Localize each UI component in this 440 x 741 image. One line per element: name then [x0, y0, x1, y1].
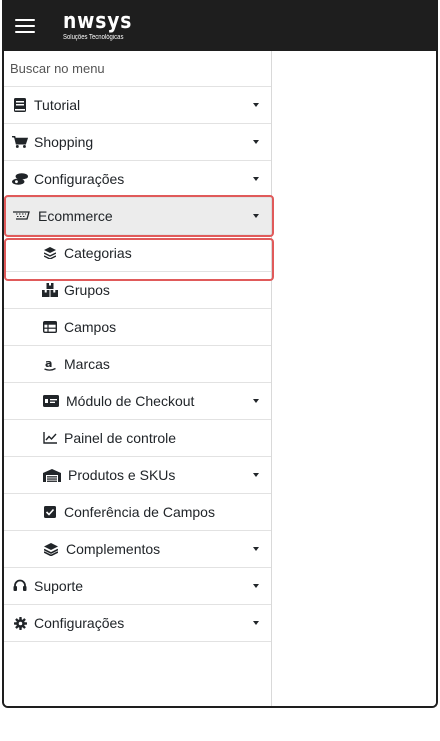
menu-item-label: Shopping [34, 134, 94, 150]
menu-search [4, 51, 271, 87]
shopping-cart-icon [12, 134, 28, 150]
menu-item-suporte[interactable]: Suporte [4, 568, 271, 605]
cart-outline-icon [12, 208, 32, 224]
menu-item-modulo-checkout[interactable]: Módulo de Checkout [4, 383, 271, 420]
menu-item-label: Produtos e SKUs [68, 467, 176, 483]
boxes-icon [42, 282, 58, 298]
brand-tagline: Soluções Tecnológicas [63, 33, 124, 41]
menu-item-label: Suporte [34, 578, 84, 594]
caret-down-icon [253, 473, 259, 477]
menu-item-campos[interactable]: Campos [4, 309, 271, 346]
menu-item-label: Tutorial [34, 97, 81, 113]
menu-item-label: Marcas [64, 356, 110, 372]
line-chart-icon [42, 430, 58, 446]
gear-icon [12, 615, 28, 631]
warehouse-icon [42, 467, 62, 483]
caret-down-icon [253, 584, 259, 588]
menu-item-marcas[interactable]: a Marcas [4, 346, 271, 383]
layers-icon [42, 245, 58, 261]
menu-item-label: Ecommerce [38, 208, 113, 224]
money-check-icon [42, 393, 60, 409]
menu-item-label: Campos [64, 319, 117, 335]
menu-item-ecommerce[interactable]: Ecommerce [4, 198, 271, 235]
svg-text:a: a [45, 357, 52, 370]
menu-item-painel-controle[interactable]: Painel de controle [4, 420, 271, 457]
menu-item-tutorial[interactable]: Tutorial [4, 87, 271, 124]
toggle-icon [12, 171, 28, 187]
menu-item-conferencia-campos[interactable]: Conferência de Campos [4, 494, 271, 531]
book-icon [12, 97, 28, 113]
menu-item-label: Configurações [34, 171, 125, 187]
menu-item-label: Painel de controle [64, 430, 177, 446]
menu-item-label: Categorias [64, 245, 132, 261]
menu-item-label: Grupos [64, 282, 110, 298]
menu-item-grupos[interactable]: Grupos [4, 272, 271, 309]
brand-logo[interactable]: nwsys Soluções Tecnológicas [63, 8, 145, 41]
menu-item-label: Conferência de Campos [64, 504, 215, 520]
headset-icon [12, 578, 28, 594]
caret-down-icon [253, 103, 259, 107]
amazon-icon: a [42, 356, 58, 372]
menu-item-produtos-skus[interactable]: Produtos e SKUs [4, 457, 271, 494]
main-content-area [272, 51, 436, 706]
menu-item-categorias[interactable]: Categorias [4, 235, 271, 272]
menu-search-input[interactable] [10, 61, 250, 76]
hamburger-menu-icon[interactable] [15, 18, 35, 33]
table-icon [42, 319, 58, 335]
menu-item-configuracoes-2[interactable]: Configurações [4, 605, 271, 642]
sidebar-menu: Tutorial Shopping Configurações Ecommerc… [4, 51, 272, 706]
caret-down-icon [253, 140, 259, 144]
caret-down-icon [253, 547, 259, 551]
checkbox-checked-icon [42, 504, 58, 520]
menu-item-configuracoes-1[interactable]: Configurações [4, 161, 271, 198]
caret-down-icon [253, 177, 259, 181]
caret-down-icon [253, 621, 259, 625]
brand-name: nwsys [63, 8, 133, 34]
menu-item-label: Configurações [34, 615, 125, 631]
app-window: nwsys Soluções Tecnológicas Tutorial Sho… [2, 0, 438, 708]
caret-down-icon [253, 214, 259, 218]
caret-down-icon [253, 399, 259, 403]
top-bar: nwsys Soluções Tecnológicas [4, 0, 436, 51]
menu-item-complementos[interactable]: Complementos [4, 531, 271, 568]
menu-item-shopping[interactable]: Shopping [4, 124, 271, 161]
menu-item-label: Módulo de Checkout [66, 393, 195, 409]
menu-item-label: Complementos [66, 541, 161, 557]
layer-group-icon [42, 541, 60, 557]
